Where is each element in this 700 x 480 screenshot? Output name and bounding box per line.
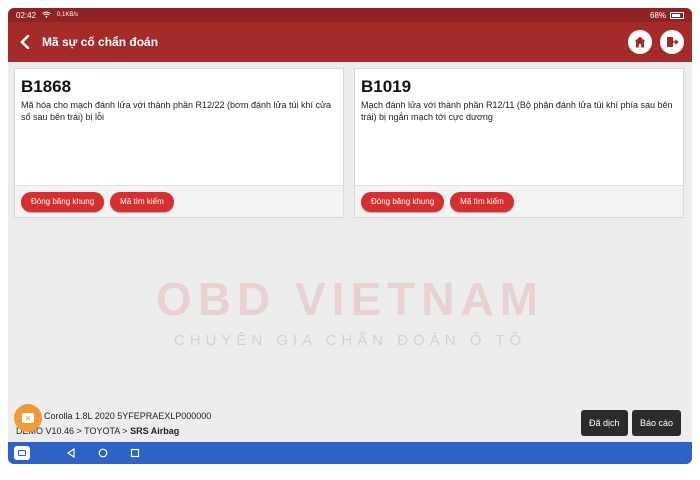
dtc-description: Mã hóa cho mạch đánh lửa với thành phần … [21, 100, 332, 122]
app-switch-button[interactable] [14, 446, 30, 460]
nav-recents-button[interactable] [128, 446, 142, 460]
dtc-list: B1868 Mã hóa cho mạch đánh lửa với thành… [8, 62, 692, 408]
dtc-code: B1019 [361, 77, 412, 96]
home-icon [634, 36, 646, 48]
system-nav-bar [8, 442, 692, 464]
freeze-frame-button[interactable]: Đóng băng khung [361, 191, 445, 212]
battery-icon [670, 11, 684, 19]
vehicle-info: Corolla 1.8L 2020 5YFEPRAEXLP000000 [44, 411, 212, 421]
chevron-left-icon [20, 35, 30, 49]
page-title: Mã sự cố chẩn đoán [42, 35, 159, 49]
dtc-card: B1019 Mạch đánh lửa với thành phần R12/1… [354, 68, 684, 218]
square-recents-icon [130, 448, 140, 458]
watermark-tagline: CHUYÊN GIA CHẨN ĐOÁN Ô TÔ [173, 332, 527, 349]
translated-button[interactable]: Đã dịch [581, 410, 628, 436]
report-button[interactable]: Báo cáo [632, 410, 682, 436]
triangle-back-icon [66, 448, 75, 458]
floating-tool-button[interactable]: ✕ [14, 404, 42, 432]
exit-icon [667, 37, 679, 47]
tablet-screen: 02:42 0,1KB/s 68% Mã sự cố chẩn đoán B18 [8, 8, 692, 464]
code-search-button[interactable]: Mã tìm kiếm [110, 191, 174, 212]
wifi-icon [42, 11, 51, 20]
circle-home-icon [98, 448, 108, 458]
app-bar: Mã sự cố chẩn đoán [8, 22, 692, 62]
battery-percent: 68% [649, 10, 666, 20]
code-search-button[interactable]: Mã tìm kiếm [450, 191, 514, 212]
exit-button[interactable] [660, 30, 684, 54]
status-bar: 02:42 0,1KB/s 68% [8, 8, 692, 22]
dtc-actions: Đóng băng khung Mã tìm kiếm [15, 185, 343, 217]
app-icon [18, 450, 26, 456]
watermark: OBD VIETNAM CHUYÊN GIA CHẨN ĐOÁN Ô TÔ [8, 272, 692, 349]
dtc-description: Mạch đánh lửa với thành phần R12/11 (Bộ … [361, 100, 673, 122]
dtc-card: B1868 Mã hóa cho mạch đánh lửa với thành… [14, 68, 344, 218]
close-icon: ✕ [22, 413, 34, 423]
breadcrumb-current: SRS Airbag [130, 426, 180, 436]
dtc-code: B1868 [21, 77, 72, 96]
nav-home-button[interactable] [96, 446, 110, 460]
vehicle-info-bar: Corolla 1.8L 2020 5YFEPRAEXLP000000 DEMO… [8, 404, 692, 442]
back-button[interactable] [16, 30, 34, 54]
home-button[interactable] [628, 30, 652, 54]
clock: 02:42 [16, 10, 37, 20]
nav-back-button[interactable] [64, 446, 78, 460]
freeze-frame-button[interactable]: Đóng băng khung [21, 191, 105, 212]
network-speed: 0,1KB/s [57, 12, 79, 18]
breadcrumb: DEMO V10.46 > TOYOTA > SRS Airbag [16, 426, 179, 436]
dtc-actions: Đóng băng khung Mã tìm kiếm [355, 185, 683, 217]
watermark-logo: OBD VIETNAM [156, 273, 544, 325]
